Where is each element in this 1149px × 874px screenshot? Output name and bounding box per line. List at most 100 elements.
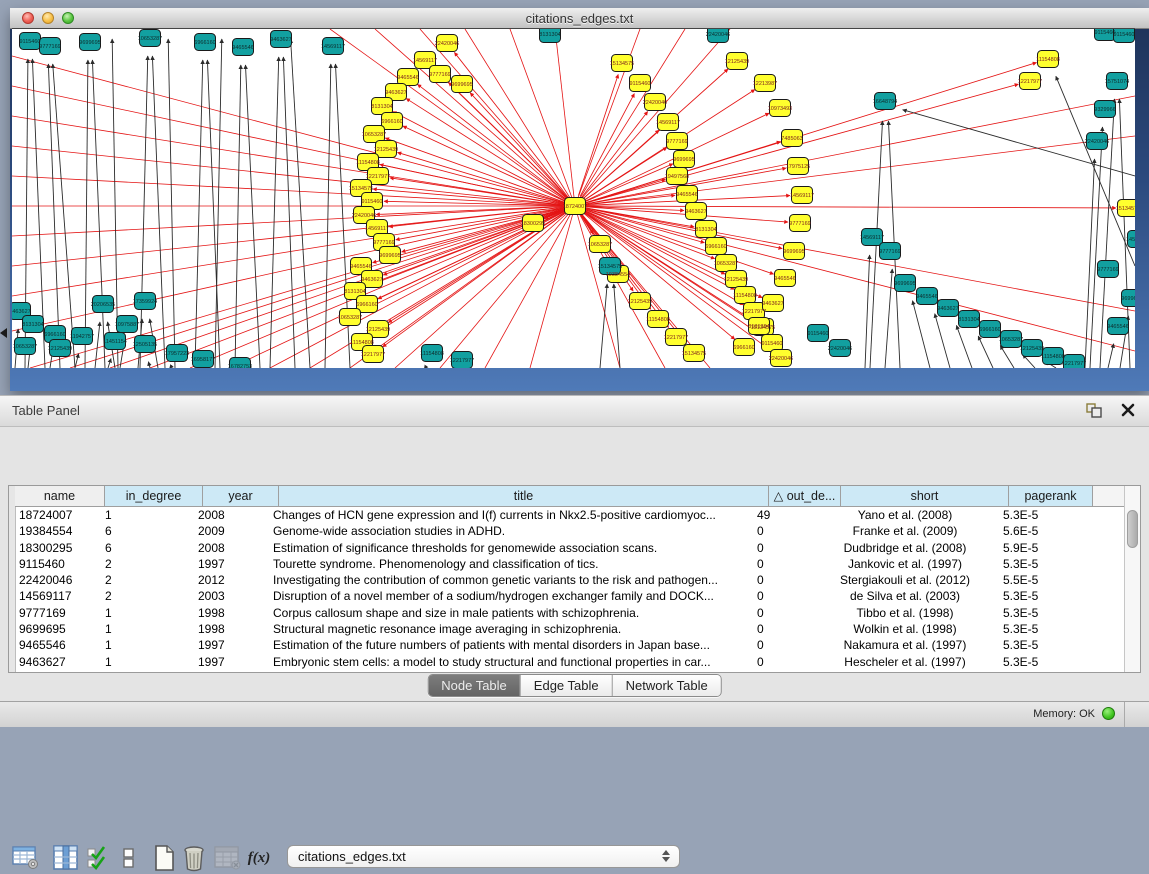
table-row[interactable]: 977716911998Corpus callosum shape and si… xyxy=(15,605,1059,621)
cell-out_degree[interactable]: 0 xyxy=(753,540,821,556)
cell-title[interactable]: Genome-wide association studies in ADHD. xyxy=(268,523,753,539)
tab-network-table[interactable]: Network Table xyxy=(612,675,721,696)
tab-edge-table[interactable]: Edge Table xyxy=(520,675,612,696)
table-settings-icon[interactable] xyxy=(10,842,42,874)
cell-year[interactable]: 2008 xyxy=(195,507,268,523)
cell-title[interactable]: Disruption of a novel member of a sodium… xyxy=(268,588,753,604)
cell-year[interactable]: 2008 xyxy=(195,540,268,556)
cell-in_degree[interactable]: 1 xyxy=(101,621,195,637)
float-panel-icon[interactable] xyxy=(1086,403,1103,423)
cell-pagerank[interactable]: 5.3E-5 xyxy=(989,556,1059,572)
cell-out_degree[interactable]: 0 xyxy=(753,654,821,670)
window-titlebar[interactable]: citations_edges.txt xyxy=(10,8,1149,29)
table-row[interactable]: 1872400712008Changes of HCN gene express… xyxy=(15,507,1059,523)
column-header-pagerank[interactable]: pagerank xyxy=(1009,486,1093,507)
cell-in_degree[interactable]: 2 xyxy=(101,556,195,572)
cell-in_degree[interactable]: 1 xyxy=(101,605,195,621)
function-icon[interactable]: f(x) xyxy=(243,842,275,874)
table-selector-dropdown[interactable]: citations_edges.txt xyxy=(287,845,680,868)
table-row[interactable]: 969969511998Structural magnetic resonanc… xyxy=(15,621,1059,637)
cell-year[interactable]: 1998 xyxy=(195,605,268,621)
scrollbar-thumb[interactable] xyxy=(1127,510,1138,548)
table-row[interactable]: 2242004622012Investigating the contribut… xyxy=(15,572,1059,588)
tab-node-table[interactable]: Node Table xyxy=(428,675,520,696)
column-header-short[interactable]: short xyxy=(841,486,1009,507)
cell-pagerank[interactable]: 5.3E-5 xyxy=(989,621,1059,637)
cell-name[interactable]: 9465546 xyxy=(15,637,101,653)
cell-in_degree[interactable]: 6 xyxy=(101,540,195,556)
select-all-icon[interactable] xyxy=(83,842,115,874)
cell-out_degree[interactable]: 0 xyxy=(753,605,821,621)
cell-year[interactable]: 1997 xyxy=(195,556,268,572)
cell-pagerank[interactable]: 5.5E-5 xyxy=(989,572,1059,588)
table-column-icon[interactable] xyxy=(50,842,82,874)
table-row[interactable]: 946554611997Estimation of the future num… xyxy=(15,637,1059,653)
cell-short[interactable]: Wolkin et al. (1998) xyxy=(821,621,989,637)
cell-pagerank[interactable]: 5.3E-5 xyxy=(989,637,1059,653)
cell-name[interactable]: 9699695 xyxy=(15,621,101,637)
network-view-canvas[interactable]: 1872400791154609777169969969510653287696… xyxy=(12,28,1135,368)
cell-out_degree[interactable]: 49 xyxy=(753,507,821,523)
cell-in_degree[interactable]: 1 xyxy=(101,654,195,670)
delete-icon[interactable] xyxy=(178,842,210,874)
cell-name[interactable]: 9115460 xyxy=(15,556,101,572)
cell-short[interactable]: de Silva et al. (2003) xyxy=(821,588,989,604)
cell-title[interactable]: Estimation of the future numbers of pati… xyxy=(268,637,753,653)
cell-short[interactable]: Stergiakouli et al. (2012) xyxy=(821,572,989,588)
cell-year[interactable]: 1997 xyxy=(195,637,268,653)
cell-pagerank[interactable]: 5.3E-5 xyxy=(989,588,1059,604)
cell-title[interactable]: Structural magnetic resonance image aver… xyxy=(268,621,753,637)
cell-title[interactable]: Corpus callosum shape and size in male p… xyxy=(268,605,753,621)
cell-out_degree[interactable]: 0 xyxy=(753,588,821,604)
cell-name[interactable]: 9777169 xyxy=(15,605,101,621)
cell-short[interactable]: Nakamura et al. (1997) xyxy=(821,637,989,653)
cell-title[interactable]: Tourette syndrome. Phenomenology and cla… xyxy=(268,556,753,572)
cell-short[interactable]: Hescheler et al. (1997) xyxy=(821,654,989,670)
column-header-year[interactable]: year xyxy=(203,486,279,507)
delete-table-icon[interactable] xyxy=(212,842,244,874)
vertical-scrollbar[interactable] xyxy=(1124,486,1140,672)
column-header-out_degree[interactable]: △ out_de... xyxy=(769,486,841,507)
cell-year[interactable]: 2003 xyxy=(195,588,268,604)
cell-in_degree[interactable]: 2 xyxy=(101,588,195,604)
cell-in_degree[interactable]: 6 xyxy=(101,523,195,539)
cell-out_degree[interactable]: 0 xyxy=(753,621,821,637)
cell-year[interactable]: 2009 xyxy=(195,523,268,539)
cell-in_degree[interactable]: 2 xyxy=(101,572,195,588)
citation-network-graph[interactable]: 1872400791154609777169969969510653287696… xyxy=(12,29,1135,368)
table-row[interactable]: 1456911722003Disruption of a novel membe… xyxy=(15,588,1059,604)
cell-out_degree[interactable]: 0 xyxy=(753,637,821,653)
cell-short[interactable]: Tibbo et al. (1998) xyxy=(821,605,989,621)
column-header-title[interactable]: title xyxy=(279,486,769,507)
cell-out_degree[interactable]: 0 xyxy=(753,523,821,539)
table-row[interactable]: 1938455462009Genome-wide association stu… xyxy=(15,523,1059,539)
cell-name[interactable]: 22420046 xyxy=(15,572,101,588)
table-row[interactable]: 946362711997Embryonic stem cells: a mode… xyxy=(15,654,1059,670)
cell-pagerank[interactable]: 5.3E-5 xyxy=(989,654,1059,670)
cell-title[interactable]: Estimation of significance thresholds fo… xyxy=(268,540,753,556)
column-header-in_degree[interactable]: in_degree xyxy=(105,486,203,507)
cell-name[interactable]: 9463627 xyxy=(15,654,101,670)
cell-out_degree[interactable]: 0 xyxy=(753,556,821,572)
cell-year[interactable]: 1998 xyxy=(195,621,268,637)
cell-in_degree[interactable]: 1 xyxy=(101,637,195,653)
rows-icon[interactable] xyxy=(113,842,145,874)
cell-year[interactable]: 2012 xyxy=(195,572,268,588)
table-row[interactable]: 1830029562008Estimation of significance … xyxy=(15,540,1059,556)
column-header-name[interactable]: name xyxy=(15,486,105,507)
cell-pagerank[interactable]: 5.9E-5 xyxy=(989,540,1059,556)
cell-name[interactable]: 19384554 xyxy=(15,523,101,539)
close-panel-icon[interactable] xyxy=(1121,403,1135,422)
cell-name[interactable]: 14569117 xyxy=(15,588,101,604)
table-row[interactable]: 911546021997Tourette syndrome. Phenomeno… xyxy=(15,556,1059,572)
cell-short[interactable]: Franke et al. (2009) xyxy=(821,523,989,539)
cell-pagerank[interactable]: 5.3E-5 xyxy=(989,605,1059,621)
cell-name[interactable]: 18724007 xyxy=(15,507,101,523)
cell-title[interactable]: Changes of HCN gene expression and I(f) … xyxy=(268,507,753,523)
cell-pagerank[interactable]: 5.3E-5 xyxy=(989,507,1059,523)
cell-year[interactable]: 1997 xyxy=(195,654,268,670)
cell-title[interactable]: Investigating the contribution of common… xyxy=(268,572,753,588)
cell-title[interactable]: Embryonic stem cells: a model to study s… xyxy=(268,654,753,670)
memory-ok-icon[interactable] xyxy=(1102,707,1115,720)
cell-pagerank[interactable]: 5.6E-5 xyxy=(989,523,1059,539)
